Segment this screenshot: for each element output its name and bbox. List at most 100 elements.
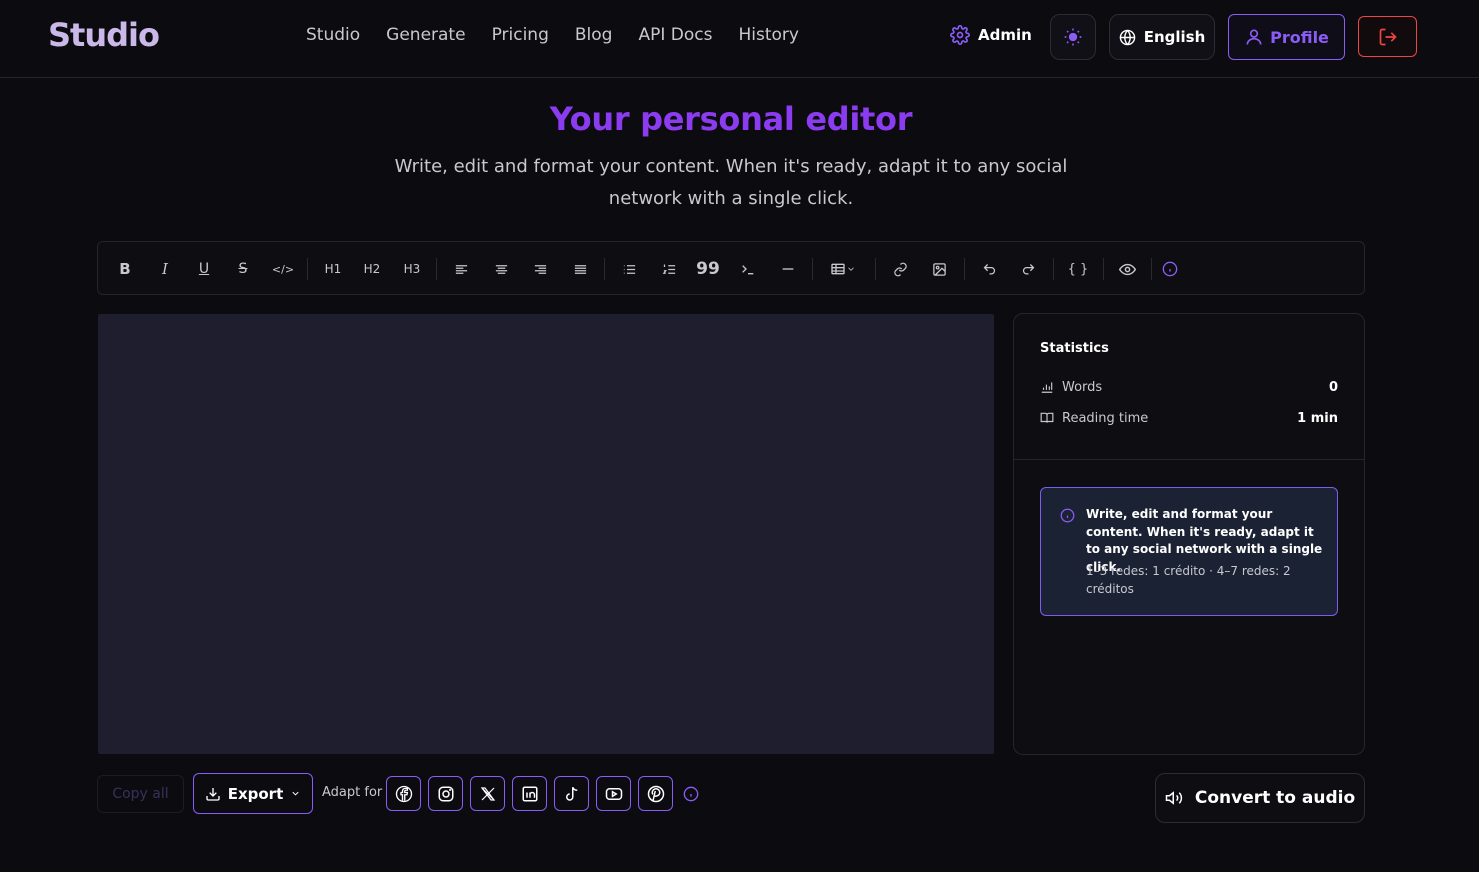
braces-icon: { } xyxy=(1067,261,1089,277)
adapt-tiktok-button[interactable] xyxy=(554,776,589,811)
code-block-button[interactable] xyxy=(735,256,761,282)
editor-toolbar: B I U S </> H1 H2 H3 99 { } xyxy=(97,241,1365,295)
theme-toggle-button[interactable] xyxy=(1050,14,1096,60)
align-right-icon xyxy=(533,262,548,277)
align-justify-button[interactable] xyxy=(567,256,593,282)
italic-button[interactable]: I xyxy=(152,256,178,282)
adapt-x-button[interactable] xyxy=(470,776,505,811)
facebook-icon xyxy=(395,785,413,803)
italic-icon: I xyxy=(162,260,168,278)
adapt-info-button[interactable] xyxy=(683,786,699,802)
quote-icon: 99 xyxy=(696,259,720,279)
underline-icon: U xyxy=(198,261,210,277)
nav-studio[interactable]: Studio xyxy=(306,25,360,45)
ordered-list-icon xyxy=(662,262,677,277)
table-dropdown-button[interactable] xyxy=(825,256,861,282)
nav-history[interactable]: History xyxy=(738,25,798,45)
words-stat: Words 0 xyxy=(1040,377,1338,397)
heading-3-icon: H3 xyxy=(403,262,421,276)
export-button[interactable]: Export xyxy=(193,773,313,814)
align-center-icon xyxy=(494,262,509,277)
bold-button[interactable]: B xyxy=(112,256,138,282)
redo-button[interactable] xyxy=(1015,256,1041,282)
info-button[interactable] xyxy=(1157,256,1183,282)
linkedin-icon xyxy=(521,785,539,803)
align-justify-icon xyxy=(573,262,588,277)
heading-1-button[interactable]: H1 xyxy=(320,256,346,282)
top-navbar: Studio Studio Generate Pricing Blog API … xyxy=(0,0,1479,78)
adapt-instagram-button[interactable] xyxy=(428,776,463,811)
chevron-down-icon xyxy=(290,788,301,799)
download-icon xyxy=(205,786,221,802)
logo[interactable]: Studio xyxy=(48,16,160,54)
language-label: English xyxy=(1143,28,1206,46)
redo-icon xyxy=(1021,262,1036,277)
preview-button[interactable] xyxy=(1114,256,1140,282)
logout-button[interactable] xyxy=(1358,16,1417,57)
copy-all-button[interactable]: Copy all xyxy=(97,775,184,813)
heading-3-button[interactable]: H3 xyxy=(399,256,425,282)
logout-icon xyxy=(1378,27,1398,47)
align-left-icon xyxy=(454,262,469,277)
statistics-panel: Statistics Words 0 Reading time 1 min Wr… xyxy=(1013,313,1365,755)
source-code-button[interactable]: { } xyxy=(1065,256,1091,282)
user-icon xyxy=(1244,27,1264,47)
bullet-list-button[interactable] xyxy=(616,256,642,282)
quote-button[interactable]: 99 xyxy=(695,256,721,282)
profile-button[interactable]: Profile xyxy=(1228,14,1345,60)
adapt-facebook-button[interactable] xyxy=(386,776,421,811)
youtube-icon xyxy=(605,785,623,803)
reading-time-stat: Reading time 1 min xyxy=(1040,408,1338,428)
export-label: Export xyxy=(227,784,284,803)
editor-content-area[interactable] xyxy=(98,314,994,754)
link-icon xyxy=(893,262,908,277)
words-value: 0 xyxy=(1328,379,1338,395)
gear-icon xyxy=(950,25,970,45)
adapt-linkedin-button[interactable] xyxy=(512,776,547,811)
nav-api-docs[interactable]: API Docs xyxy=(638,25,712,45)
info-icon xyxy=(1162,261,1178,277)
convert-to-audio-button[interactable]: Convert to audio xyxy=(1155,773,1365,823)
bar-chart-icon xyxy=(1040,380,1054,394)
profile-label: Profile xyxy=(1270,27,1329,47)
admin-link[interactable]: Admin xyxy=(950,25,1032,45)
code-button[interactable]: </> xyxy=(270,256,296,282)
info-icon xyxy=(683,786,699,802)
page-subtitle: Write, edit and format your content. Whe… xyxy=(394,156,1068,209)
words-label: Words xyxy=(1062,379,1103,395)
strikethrough-button[interactable]: S xyxy=(230,256,256,282)
divider xyxy=(1014,459,1364,460)
pinterest-icon xyxy=(647,785,665,803)
page-title: Your personal editor xyxy=(549,100,913,138)
language-selector[interactable]: English xyxy=(1109,14,1215,60)
info-icon xyxy=(1060,508,1075,523)
align-center-button[interactable] xyxy=(488,256,514,282)
book-icon xyxy=(1040,411,1054,425)
convert-to-audio-label: Convert to audio xyxy=(1194,788,1356,808)
underline-button[interactable]: U xyxy=(191,256,217,282)
image-button[interactable] xyxy=(926,256,952,282)
undo-button[interactable] xyxy=(976,256,1002,282)
horizontal-rule-button[interactable] xyxy=(775,256,801,282)
strikethrough-icon: S xyxy=(238,261,248,277)
adapt-pinterest-button[interactable] xyxy=(638,776,673,811)
statistics-title: Statistics xyxy=(1040,341,1109,356)
nav-blog[interactable]: Blog xyxy=(575,25,613,45)
ordered-list-button[interactable] xyxy=(656,256,682,282)
reading-time-label: Reading time xyxy=(1062,410,1149,426)
nav-generate[interactable]: Generate xyxy=(386,25,465,45)
align-right-button[interactable] xyxy=(527,256,553,282)
adapt-youtube-button[interactable] xyxy=(596,776,631,811)
main-nav: Studio Generate Pricing Blog API Docs Hi… xyxy=(306,25,825,45)
instagram-icon xyxy=(437,785,455,803)
undo-icon xyxy=(982,262,997,277)
globe-icon xyxy=(1119,29,1136,46)
link-button[interactable] xyxy=(887,256,913,282)
horizontal-rule-icon xyxy=(780,261,796,277)
bullet-list-icon xyxy=(622,262,637,277)
align-left-button[interactable] xyxy=(448,256,474,282)
heading-2-button[interactable]: H2 xyxy=(359,256,385,282)
nav-pricing[interactable]: Pricing xyxy=(492,25,549,45)
x-icon xyxy=(479,785,497,803)
terminal-icon xyxy=(740,261,756,277)
